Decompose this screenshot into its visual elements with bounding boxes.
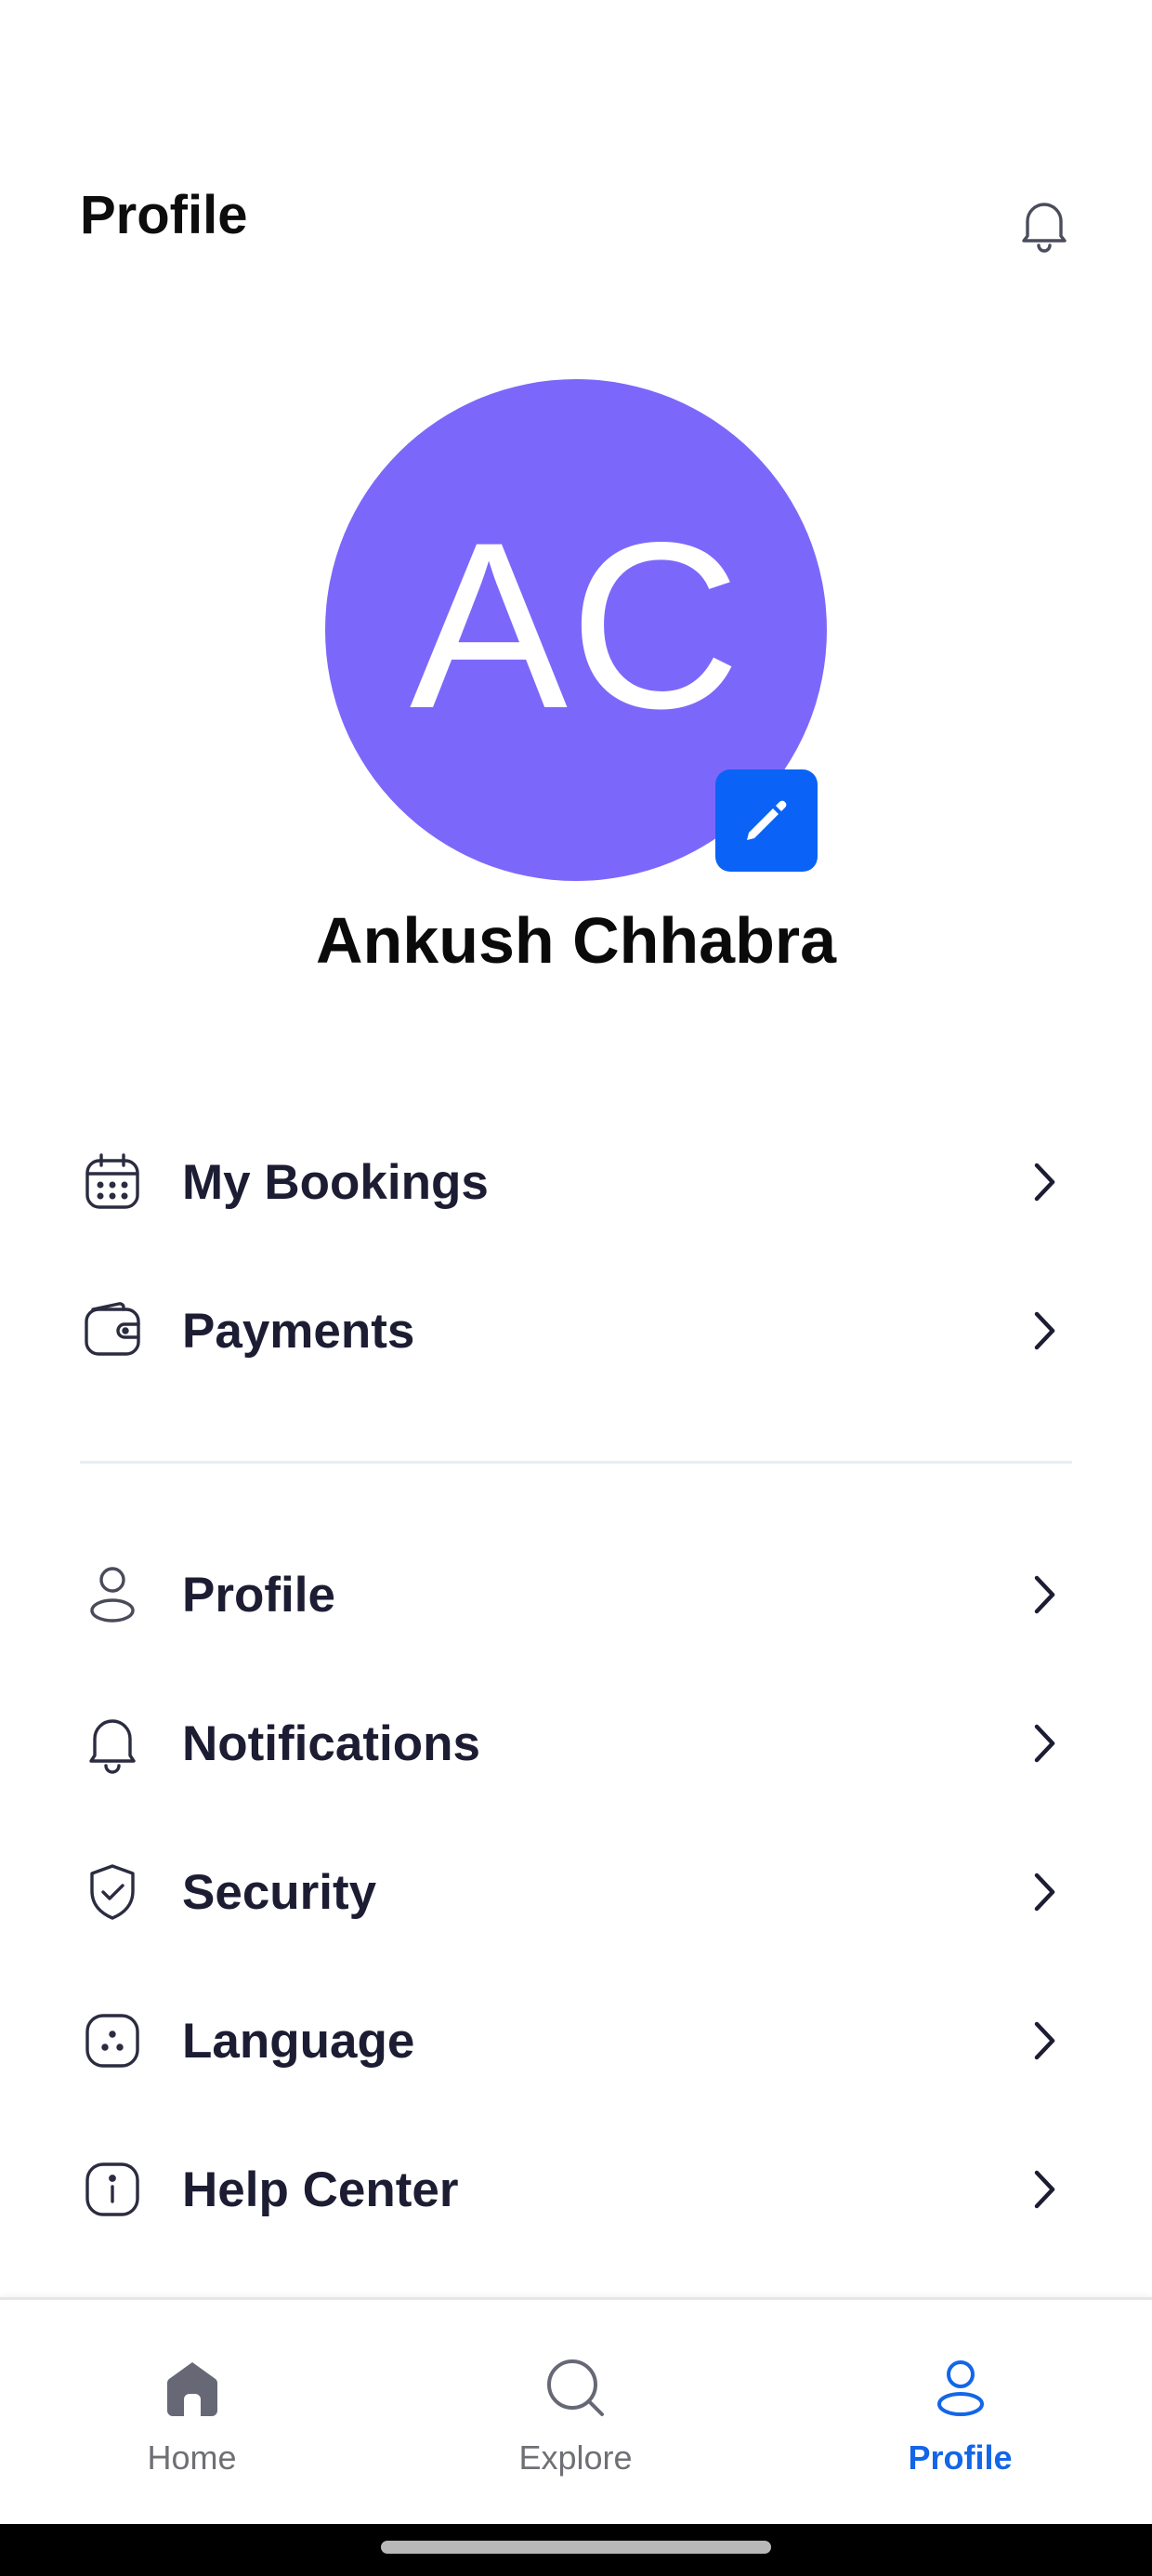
menu-item-payments[interactable]: Payments — [80, 1256, 1072, 1405]
search-icon — [539, 2351, 613, 2425]
pencil-icon — [747, 800, 787, 840]
bell-icon — [1022, 203, 1067, 253]
info-icon — [80, 2157, 145, 2222]
chevron-right-icon — [1026, 1864, 1063, 1920]
menu-item-label: Help Center — [182, 2162, 459, 2217]
menu-item-help-center[interactable]: Help Center — [80, 2115, 1072, 2264]
wallet-icon — [80, 1298, 145, 1363]
menu-item-label: Payments — [182, 1303, 415, 1359]
chevron-right-icon — [1026, 1154, 1063, 1210]
chevron-right-icon — [1026, 1303, 1063, 1359]
menu-item-my-bookings[interactable]: My Bookings — [80, 1108, 1072, 1256]
bell-icon — [80, 1711, 145, 1776]
menu-item-label: Security — [182, 1864, 377, 1920]
nav-label: Home — [147, 2438, 237, 2477]
nav-label: Explore — [518, 2438, 633, 2477]
nav-explore[interactable]: Explore — [384, 2300, 767, 2527]
home-indicator[interactable] — [381, 2541, 771, 2554]
shield-check-icon — [80, 1860, 145, 1925]
menu-item-label: Profile — [182, 1567, 335, 1623]
menu-item-label: My Bookings — [182, 1154, 489, 1210]
menu-item-notifications[interactable]: Notifications — [80, 1669, 1072, 1818]
notifications-button[interactable] — [1015, 195, 1074, 255]
bottom-nav: Home Explore Profile — [0, 2297, 1152, 2527]
user-name: Ankush Chhabra — [315, 904, 837, 977]
app-header: Profile — [0, 0, 1152, 307]
menu-item-label: Language — [182, 2013, 415, 2069]
page-title: Profile — [80, 185, 248, 245]
user-icon — [923, 2351, 998, 2425]
menu-item-security[interactable]: Security — [80, 1818, 1072, 1966]
nav-profile[interactable]: Profile — [768, 2300, 1152, 2527]
menu-primary: My Bookings Payments — [80, 1108, 1072, 1405]
calendar-icon — [80, 1150, 145, 1215]
nav-home[interactable]: Home — [0, 2300, 384, 2527]
chevron-right-icon — [1026, 2013, 1063, 2069]
chevron-right-icon — [1026, 1715, 1063, 1771]
nav-label: Profile — [908, 2438, 1013, 2477]
user-icon — [80, 1562, 145, 1627]
language-icon — [80, 2008, 145, 2073]
edit-avatar-button[interactable] — [715, 769, 818, 872]
menu-item-profile[interactable]: Profile — [80, 1520, 1072, 1669]
avatar-initials: AC — [409, 493, 743, 758]
chevron-right-icon — [1026, 1567, 1063, 1623]
menu-item-label: Notifications — [182, 1715, 480, 1771]
chevron-right-icon — [1026, 2162, 1063, 2217]
menu-item-language[interactable]: Language — [80, 1966, 1072, 2115]
home-icon — [155, 2351, 229, 2425]
menu-secondary: Profile Notifications Security Language … — [80, 1520, 1072, 2264]
section-divider — [80, 1461, 1072, 1464]
